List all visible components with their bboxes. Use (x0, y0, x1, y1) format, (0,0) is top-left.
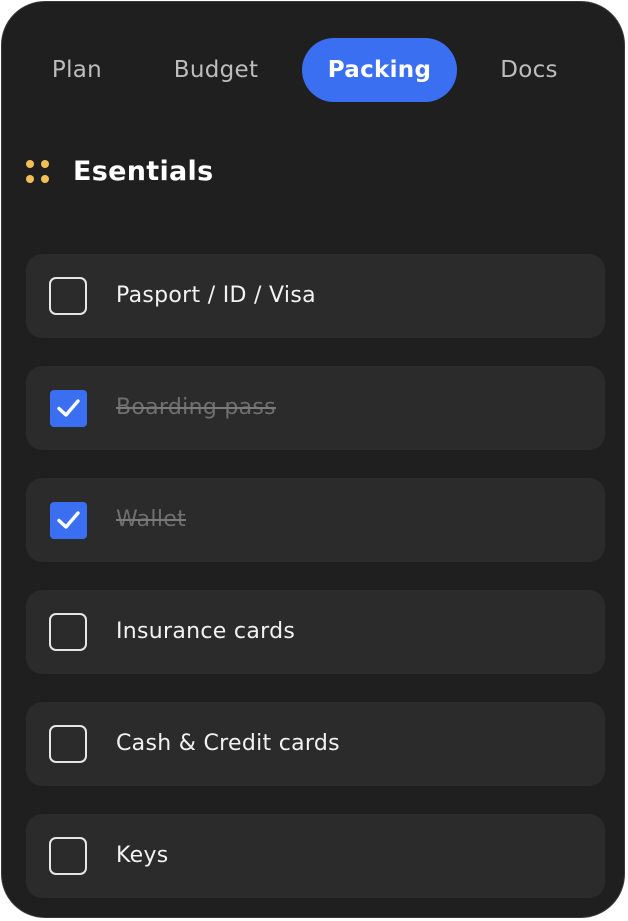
item-label: Wallet (116, 507, 187, 532)
item-label: Keys (116, 843, 169, 868)
list-item-passport[interactable]: Pasport / ID / Visa (26, 254, 605, 338)
tab-plan[interactable]: Plan (26, 38, 128, 102)
item-label: Cash & Credit cards (116, 731, 340, 756)
checkmark-icon (57, 511, 80, 529)
list-item-insurance-cards[interactable]: Insurance cards (26, 590, 605, 674)
tab-budget[interactable]: Budget (152, 38, 280, 102)
checkbox-checked[interactable] (50, 502, 87, 539)
item-label: Pasport / ID / Visa (116, 283, 316, 308)
section-header: Esentials (26, 152, 606, 196)
drag-handle-icon[interactable] (26, 160, 52, 186)
tab-packing[interactable]: Packing (302, 38, 457, 102)
item-label: Insurance cards (116, 619, 296, 644)
checkmark-icon (57, 399, 80, 417)
list-item-cash-credit-cards[interactable]: Cash & Credit cards (26, 702, 605, 786)
list-item-wallet[interactable]: Wallet (26, 478, 605, 562)
list-item-keys[interactable]: Keys (26, 814, 605, 898)
section-title: Esentials (73, 156, 214, 187)
packing-card: Plan Budget Packing Docs Esentials Paspo… (1, 1, 625, 918)
tab-docs[interactable]: Docs (480, 38, 578, 102)
item-label: Boarding pass (116, 395, 276, 420)
checkbox-unchecked[interactable] (49, 725, 87, 763)
checkbox-unchecked[interactable] (49, 277, 87, 315)
tab-bar: Plan Budget Packing Docs (2, 38, 624, 102)
checkbox-unchecked[interactable] (49, 613, 87, 651)
checkbox-unchecked[interactable] (49, 837, 87, 875)
checkbox-checked[interactable] (50, 390, 87, 427)
list-item-boarding-pass[interactable]: Boarding pass (26, 366, 605, 450)
checklist: Pasport / ID / Visa Boarding pass Wallet… (26, 254, 605, 917)
